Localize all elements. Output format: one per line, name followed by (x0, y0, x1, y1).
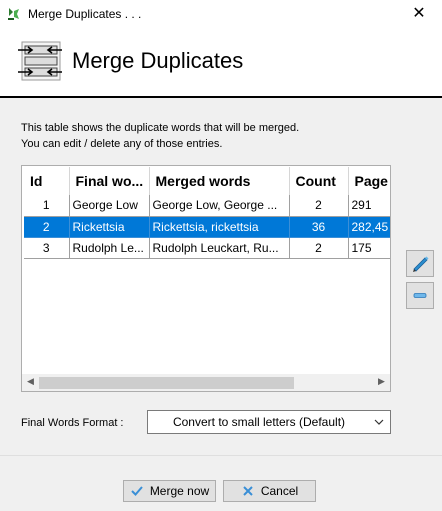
cell-id[interactable]: 1 (24, 195, 70, 217)
duplicates-table[interactable]: Id Final wo... Merged words Count Page 1… (21, 165, 391, 392)
close-icon: ✕ (412, 3, 426, 22)
window-title: Merge Duplicates . . . (28, 7, 142, 21)
scrollbar-thumb[interactable] (39, 377, 294, 389)
description-line-1: This table shows the duplicate words tha… (21, 122, 300, 134)
cell-count[interactable]: 36 (289, 216, 349, 238)
cell-merged-words[interactable]: Rudolph Leuckart, Ru... (149, 237, 290, 259)
merge-now-label: Merge now (149, 484, 210, 498)
cell-page[interactable]: 282,45 (348, 216, 390, 238)
cell-count[interactable]: 2 (289, 195, 349, 217)
title-bar: Merge Duplicates . . . ✕ (0, 0, 442, 28)
scroll-right-icon[interactable]: ▶ (373, 377, 390, 390)
cell-page[interactable]: 175 (348, 237, 390, 259)
cell-final-word[interactable]: George Low (69, 195, 150, 217)
pencil-icon (413, 256, 429, 272)
final-words-format-select[interactable]: Convert to small letters (Default) (147, 410, 391, 434)
column-header-final-words[interactable]: Final wo... (69, 167, 150, 195)
format-selected-value: Convert to small letters (Default) (172, 415, 346, 429)
column-header-merged-words[interactable]: Merged words (149, 167, 290, 195)
cell-id[interactable]: 2 (24, 216, 70, 238)
dialog-header: Merge Duplicates (0, 28, 442, 98)
cell-id[interactable]: 3 (24, 237, 70, 259)
page-title: Merge Duplicates (72, 48, 244, 73)
dialog-body: This table shows the duplicate words tha… (0, 98, 442, 455)
description-line-2: You can edit / delete any of those entri… (21, 138, 223, 150)
cancel-label: Cancel (260, 484, 299, 498)
scroll-left-icon[interactable]: ◀ (22, 377, 39, 390)
dialog-footer: Merge now Cancel (0, 455, 442, 511)
cell-count[interactable]: 2 (289, 237, 349, 259)
horizontal-scrollbar[interactable]: ◀ ▶ (22, 374, 390, 391)
cell-merged-words[interactable]: Rickettsia, rickettsia (149, 216, 290, 238)
delete-entry-button[interactable] (406, 282, 434, 309)
table-row[interactable]: 3 Rudolph Le... Rudolph Leuckart, Ru... … (24, 237, 390, 259)
chevron-down-icon (374, 419, 384, 425)
column-header-id[interactable]: Id (24, 167, 70, 195)
format-label: Final Words Format : (21, 417, 124, 429)
cancel-button[interactable]: Cancel (223, 480, 316, 502)
table-header-row: Id Final wo... Merged words Count Page (24, 167, 390, 195)
table-row[interactable]: 1 George Low George Low, George ... 2 29… (24, 195, 390, 217)
checkmark-icon (131, 486, 143, 496)
column-header-page[interactable]: Page (348, 167, 390, 195)
app-icon (8, 8, 19, 20)
edit-entry-button[interactable] (406, 250, 434, 277)
merge-now-button[interactable]: Merge now (123, 480, 216, 502)
cell-page[interactable]: 291 (348, 195, 390, 217)
cell-final-word[interactable]: Rickettsia (69, 216, 150, 238)
close-button[interactable]: ✕ (396, 0, 442, 28)
table-row-selected[interactable]: 2 Rickettsia Rickettsia, rickettsia 36 2… (24, 216, 390, 238)
description: This table shows the duplicate words tha… (21, 120, 299, 152)
cell-final-word[interactable]: Rudolph Le... (69, 237, 150, 259)
column-header-count[interactable]: Count (289, 167, 349, 195)
cell-merged-words[interactable]: George Low, George ... (149, 195, 290, 217)
cross-icon (243, 486, 253, 496)
merge-duplicates-icon (18, 41, 62, 81)
minus-icon (413, 293, 427, 298)
